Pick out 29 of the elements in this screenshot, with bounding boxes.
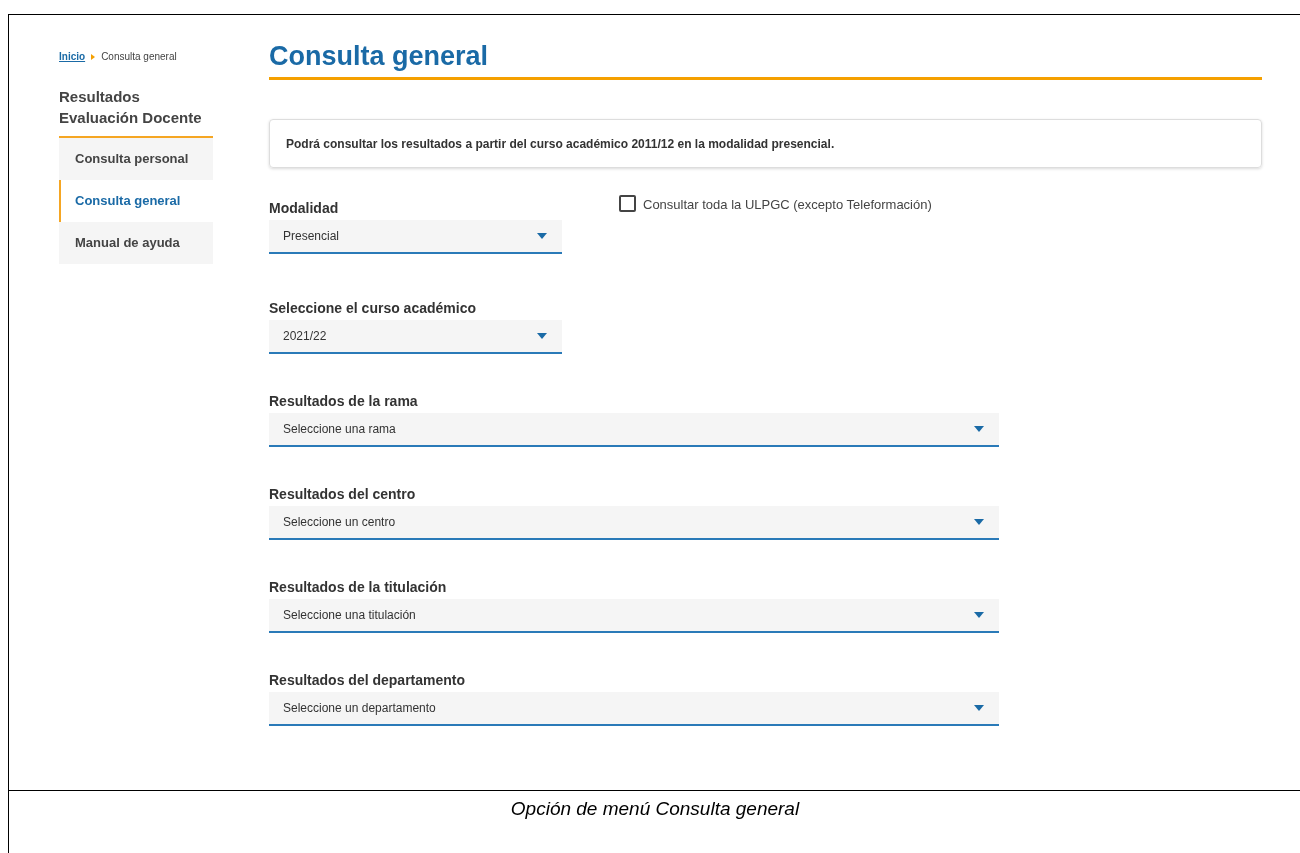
dropdown[interactable]: Seleccione un departamento — [269, 692, 999, 726]
chevron-icon — [91, 53, 96, 60]
dropdown[interactable]: Seleccione un centro — [269, 506, 999, 540]
field-label: Seleccione el curso académico — [269, 299, 477, 317]
sidebar-item[interactable]: Manual de ayuda — [59, 222, 213, 264]
field-label: Resultados del departamento — [269, 671, 467, 689]
caret-icon — [974, 705, 984, 711]
field-label: Resultados de la rama — [269, 392, 419, 410]
sidebar-item[interactable]: Consulta general — [59, 180, 213, 222]
caret-icon — [974, 519, 984, 525]
field-label: Modalidad — [269, 199, 340, 217]
caret-icon — [537, 333, 547, 339]
page-title: Consulta general — [269, 39, 1262, 80]
breadcrumb-current: Consulta general — [101, 50, 177, 64]
dropdown[interactable]: Seleccione una rama — [269, 413, 999, 447]
breadcrumb-link[interactable]: Inicio — [59, 49, 86, 64]
caret-icon — [974, 426, 984, 432]
field-label: Resultados de la titulación — [269, 578, 448, 596]
dropdown[interactable]: Presencial — [269, 220, 562, 254]
dropdown[interactable]: 2021/22 — [269, 320, 562, 354]
field-label: Resultados del centro — [269, 485, 417, 503]
checkbox[interactable] — [619, 195, 636, 212]
sidebar-item[interactable]: Consulta personal — [59, 138, 213, 180]
notice-box: Podrá consultar los resultados a partir del curso académico 2011/12 en la modalidad presencial. — [269, 119, 1262, 168]
dropdown[interactable]: Seleccione una titulación — [269, 599, 999, 633]
caret-icon — [974, 612, 984, 618]
caret-icon — [537, 233, 547, 239]
checkbox-label: Consultar toda la ULPGC (excepto Teleformación) — [643, 196, 932, 214]
caption: Opción de menú Consulta general — [510, 797, 800, 821]
